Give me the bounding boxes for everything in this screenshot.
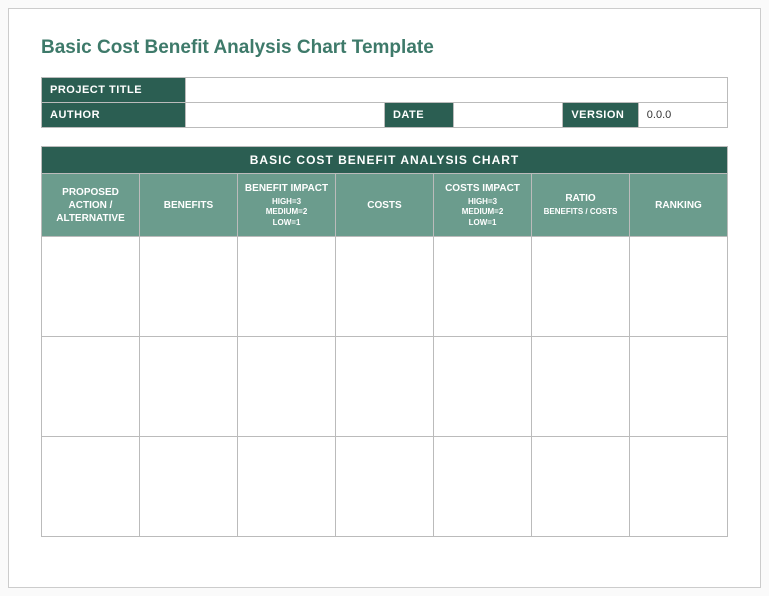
cell-costs-impact[interactable] [434,437,532,537]
col-header-benefit-impact-main: BENEFIT IMPACT [245,183,328,194]
cell-ratio[interactable] [532,437,630,537]
cell-action[interactable] [42,237,140,337]
cell-costs[interactable] [336,437,434,537]
col-header-ratio-sub: BENEFITS / COSTS [536,207,625,217]
cell-costs[interactable] [336,337,434,437]
cell-benefit-impact[interactable] [238,237,336,337]
col-header-ratio: RATIO BENEFITS / COSTS [532,174,630,237]
document-page: Basic Cost Benefit Analysis Chart Templa… [8,8,761,588]
page-title: Basic Cost Benefit Analysis Chart Templa… [41,37,728,59]
cell-ratio[interactable] [532,237,630,337]
date-label: DATE [384,103,453,128]
cell-ranking[interactable] [630,237,728,337]
author-field[interactable] [186,103,385,128]
chart-header-row: PROPOSED ACTION / ALTERNATIVE BENEFITS B… [42,174,728,237]
cell-ranking[interactable] [630,437,728,537]
table-row [42,437,728,537]
col-header-ranking: RANKING [630,174,728,237]
version-field[interactable]: 0.0.0 [638,103,727,128]
meta-table: PROJECT TITLE AUTHOR DATE VERSION 0.0.0 [41,77,728,128]
cell-ranking[interactable] [630,337,728,437]
date-field[interactable] [453,103,563,128]
chart-heading: BASIC COST BENEFIT ANALYSIS CHART [42,147,728,174]
cell-benefit-impact[interactable] [238,437,336,537]
cell-benefits[interactable] [140,437,238,537]
col-header-benefits: BENEFITS [140,174,238,237]
cell-action[interactable] [42,437,140,537]
col-header-costs-impact-main: COSTS IMPACT [445,183,520,194]
col-header-costs: COSTS [336,174,434,237]
author-label: AUTHOR [42,103,186,128]
cell-costs[interactable] [336,237,434,337]
cell-action[interactable] [42,337,140,437]
cell-benefits[interactable] [140,337,238,437]
col-header-benefit-impact: BENEFIT IMPACT HIGH=3MEDIUM=2LOW=1 [238,174,336,237]
col-header-benefit-impact-sub: HIGH=3MEDIUM=2LOW=1 [242,197,331,228]
table-row [42,337,728,437]
analysis-chart-table: BASIC COST BENEFIT ANALYSIS CHART PROPOS… [41,146,728,537]
cell-ratio[interactable] [532,337,630,437]
project-title-label: PROJECT TITLE [42,78,186,103]
project-title-field[interactable] [186,78,728,103]
col-header-costs-impact: COSTS IMPACT HIGH=3MEDIUM=2LOW=1 [434,174,532,237]
cell-costs-impact[interactable] [434,237,532,337]
version-label: VERSION [563,103,638,128]
col-header-ratio-main: RATIO [565,193,595,204]
cell-benefit-impact[interactable] [238,337,336,437]
table-row [42,237,728,337]
cell-costs-impact[interactable] [434,337,532,437]
col-header-action: PROPOSED ACTION / ALTERNATIVE [42,174,140,237]
col-header-costs-impact-sub: HIGH=3MEDIUM=2LOW=1 [438,197,527,228]
cell-benefits[interactable] [140,237,238,337]
